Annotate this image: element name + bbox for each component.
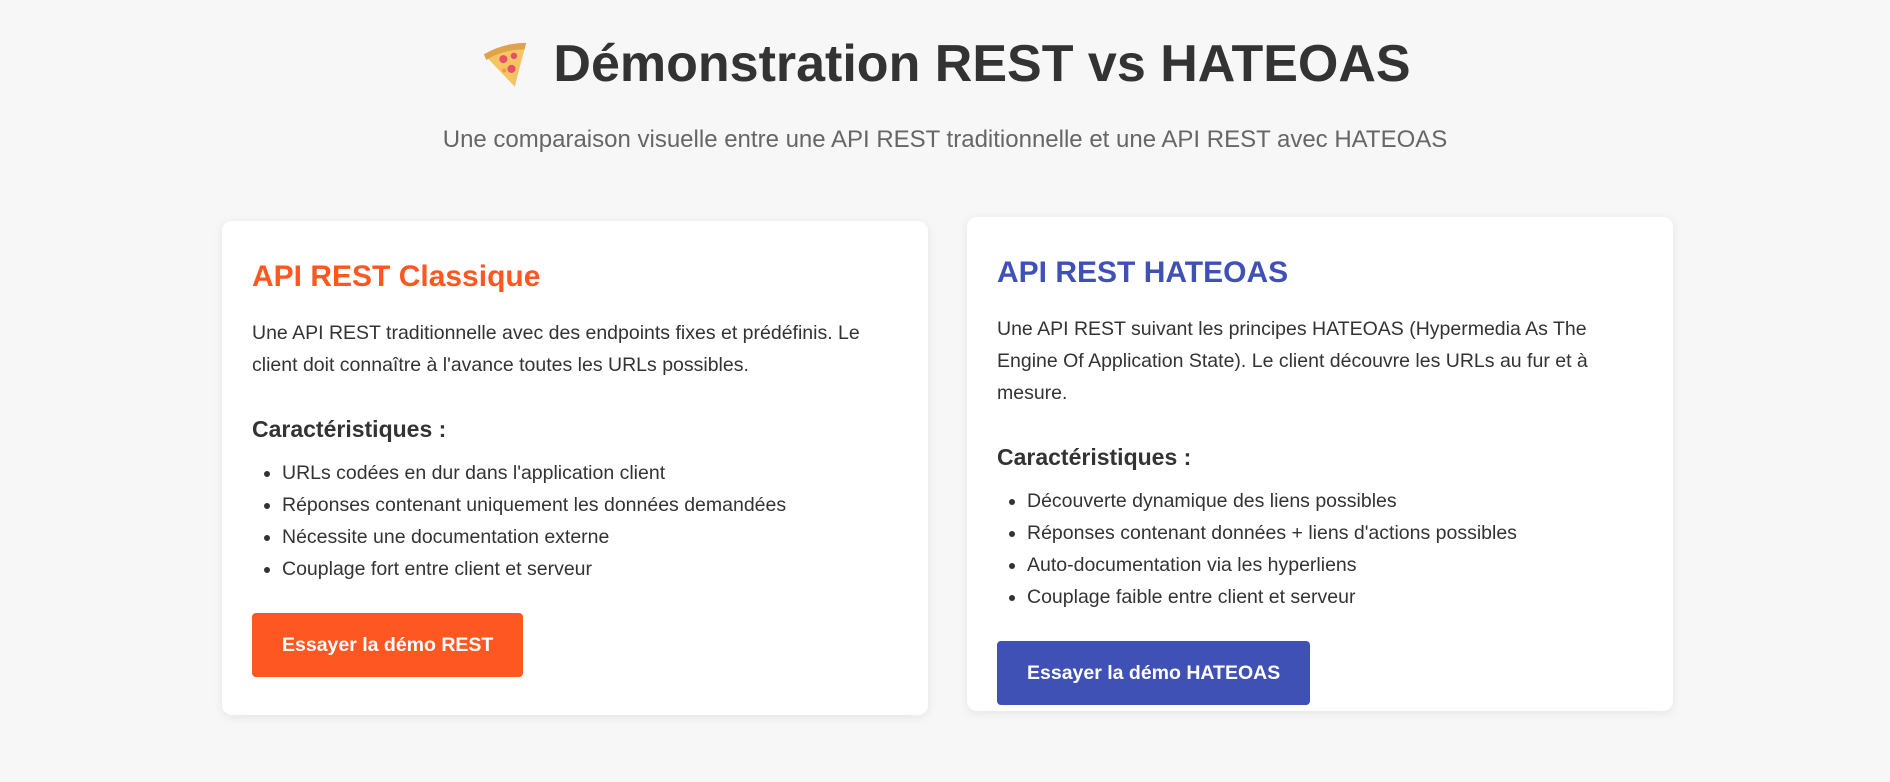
list-item: Découverte dynamique des liens possibles — [1027, 485, 1643, 517]
hateoas-card-title: API REST HATEOAS — [997, 256, 1289, 289]
rest-card: API REST Classique Une API REST traditio… — [222, 221, 928, 715]
list-item: Auto-documentation via les hyperliens — [1027, 549, 1643, 581]
list-item: Réponses contenant uniquement les donnée… — [282, 489, 898, 521]
page-title-row: Démonstration REST vs HATEOAS — [479, 30, 1411, 98]
page-title: Démonstration REST vs HATEOAS — [553, 35, 1411, 93]
try-hateoas-demo-button[interactable]: Essayer la démo HATEOAS — [997, 641, 1311, 705]
list-item: Nécessite une documentation externe — [282, 521, 898, 553]
list-item: Couplage fort entre client et serveur — [282, 553, 898, 585]
rest-features-heading: Caractéristiques : — [252, 416, 447, 442]
rest-card-title: API REST Classique — [252, 260, 541, 293]
list-item: Couplage faible entre client et serveur — [1027, 581, 1643, 613]
hateoas-card: API REST HATEOAS Une API REST suivant le… — [967, 217, 1673, 711]
hateoas-feature-list: Découverte dynamique des liens possibles… — [997, 485, 1643, 613]
hateoas-card-description: Une API REST suivant les principes HATEO… — [997, 318, 1588, 404]
page: Démonstration REST vs HATEOAS Une compar… — [0, 0, 1890, 782]
page-header: Démonstration REST vs HATEOAS Une compar… — [0, 30, 1890, 156]
page-subtitle: Une comparaison visuelle entre une API R… — [442, 126, 1448, 153]
pizza-icon — [484, 42, 527, 87]
rest-feature-list: URLs codées en dur dans l'application cl… — [252, 457, 898, 585]
list-item: Réponses contenant données + liens d'act… — [1027, 517, 1643, 549]
try-rest-demo-button[interactable]: Essayer la démo REST — [252, 613, 524, 677]
hateoas-features-heading: Caractéristiques : — [997, 444, 1192, 470]
rest-card-description: Une API REST traditionnelle avec des end… — [252, 322, 860, 376]
list-item: URLs codées en dur dans l'application cl… — [282, 457, 898, 489]
